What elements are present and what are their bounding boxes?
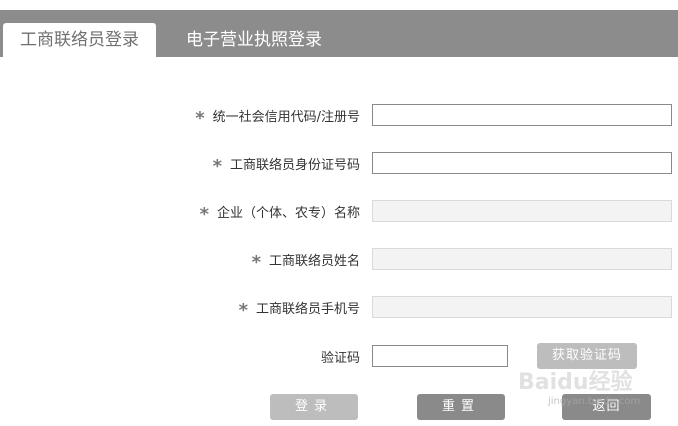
baidu-watermark-url: jingyan.baidu.com [548, 396, 641, 407]
tab-liaison-login[interactable]: 工商联络员登录 [3, 23, 156, 57]
captcha-label: 验证码 [320, 351, 360, 366]
captcha-input[interactable] [372, 345, 508, 367]
liaison-name-label-row: * 工商联络员姓名 [252, 250, 360, 273]
required-star: * [195, 108, 205, 129]
required-star: * [251, 252, 261, 273]
phone-input [372, 296, 672, 318]
baidu-watermark-logo: Baidu经验 [518, 370, 633, 395]
credit-code-label: 统一社会信用代码/注册号 [212, 110, 360, 125]
id-number-input[interactable] [372, 152, 672, 174]
required-star: * [199, 204, 209, 225]
credit-code-input[interactable] [372, 104, 672, 126]
phone-label-row: * 工商联络员手机号 [239, 298, 360, 321]
required-star: * [238, 300, 248, 321]
login-button[interactable]: 登录 [270, 394, 358, 420]
liaison-name-input [372, 248, 672, 270]
top-strip [0, 0, 678, 10]
id-number-label: 工商联络员身份证号码 [229, 158, 360, 173]
tab-e-license-login[interactable]: 电子营业执照登录 [172, 23, 336, 57]
required-star: * [212, 156, 222, 177]
company-name-input [372, 200, 672, 222]
reset-button[interactable]: 重置 [417, 394, 505, 420]
liaison-name-label: 工商联络员姓名 [268, 254, 360, 269]
id-number-label-row: * 工商联络员身份证号码 [213, 154, 360, 177]
company-name-label: 企业（个体、农专）名称 [216, 206, 360, 221]
phone-label: 工商联络员手机号 [255, 302, 360, 317]
company-name-label-row: * 企业（个体、农专）名称 [200, 202, 360, 225]
credit-code-label-row: * 统一社会信用代码/注册号 [195, 106, 360, 129]
